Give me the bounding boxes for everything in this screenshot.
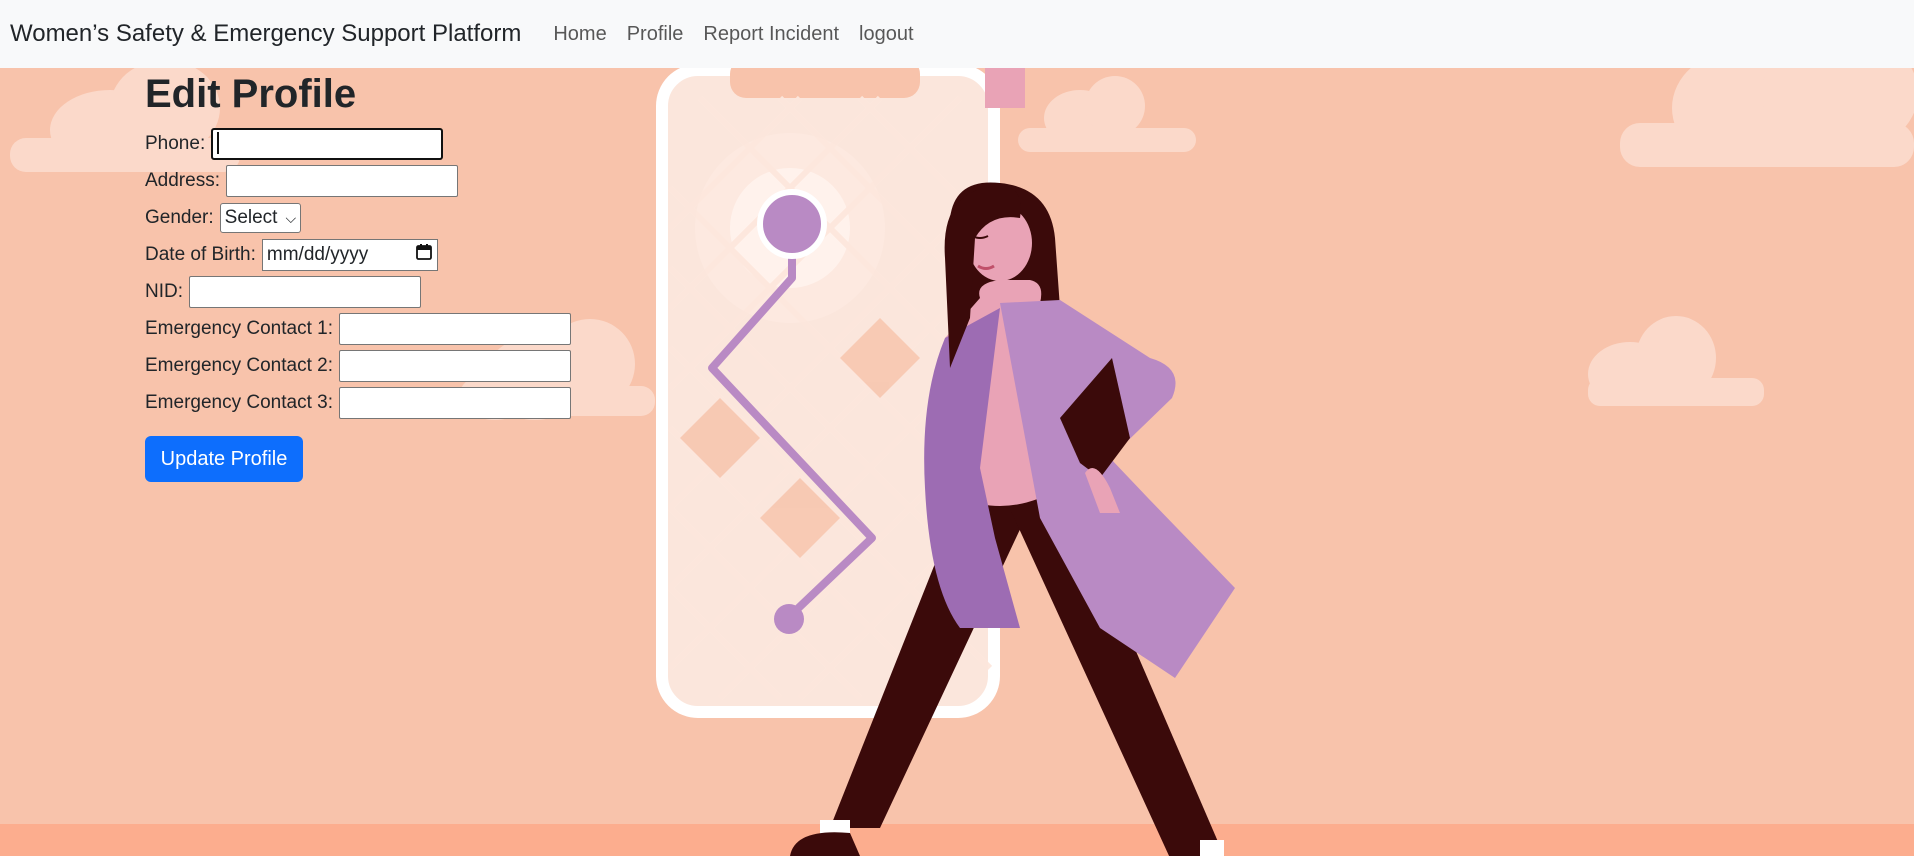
phone-label: Phone: <box>145 133 206 154</box>
nid-input[interactable] <box>189 276 421 308</box>
nav-link-home[interactable]: Home <box>543 23 616 46</box>
emergency-contact-1-input[interactable] <box>338 313 571 345</box>
emergency-contact-3-input[interactable] <box>338 387 571 419</box>
address-row: Address: <box>145 163 571 199</box>
dob-input[interactable]: mm/dd/yyyy <box>261 239 438 271</box>
gender-label: Gender: <box>145 207 214 228</box>
nav-link-report-incident[interactable]: Report Incident <box>693 23 849 46</box>
dob-row: Date of Birth: mm/dd/yyyy <box>145 237 571 273</box>
dob-label: Date of Birth: <box>145 244 256 265</box>
gender-selected-value: Select <box>224 207 278 228</box>
dob-placeholder: mm/dd/yyyy <box>266 244 369 265</box>
text-caret <box>217 132 220 155</box>
page-title: Edit Profile <box>145 72 357 116</box>
nav-link-profile[interactable]: Profile <box>617 23 694 46</box>
navbar-brand[interactable]: Women’s Safety & Emergency Support Platf… <box>10 20 521 48</box>
phone-row: Phone: <box>145 126 571 162</box>
calendar-icon[interactable] <box>415 243 433 267</box>
phone-input[interactable] <box>211 128 444 160</box>
emergency-contact-2-input[interactable] <box>338 350 571 382</box>
emergency-contact-1-label: Emergency Contact 1: <box>145 318 333 339</box>
nav-link-logout[interactable]: logout <box>849 23 924 46</box>
nid-label: NID: <box>145 281 183 302</box>
edit-profile-form: Edit Profile Phone: Address: Gender: Sel… <box>145 70 571 482</box>
gender-row: Gender: Select ⌵ <box>145 200 571 236</box>
chevron-down-icon: ⌵ <box>285 209 297 226</box>
emergency-contact-3-row: Emergency Contact 3: <box>145 385 571 421</box>
address-label: Address: <box>145 170 220 191</box>
emergency-contact-2-label: Emergency Contact 2: <box>145 355 333 376</box>
emergency-contact-1-row: Emergency Contact 1: <box>145 311 571 347</box>
emergency-contact-2-row: Emergency Contact 2: <box>145 348 571 384</box>
navbar: Women’s Safety & Emergency Support Platf… <box>0 0 1914 68</box>
address-input[interactable] <box>225 165 458 197</box>
nid-row: NID: <box>145 274 571 310</box>
emergency-contact-3-label: Emergency Contact 3: <box>145 392 333 413</box>
update-profile-button[interactable]: Update Profile <box>145 436 303 482</box>
gender-select[interactable]: Select ⌵ <box>219 203 302 233</box>
